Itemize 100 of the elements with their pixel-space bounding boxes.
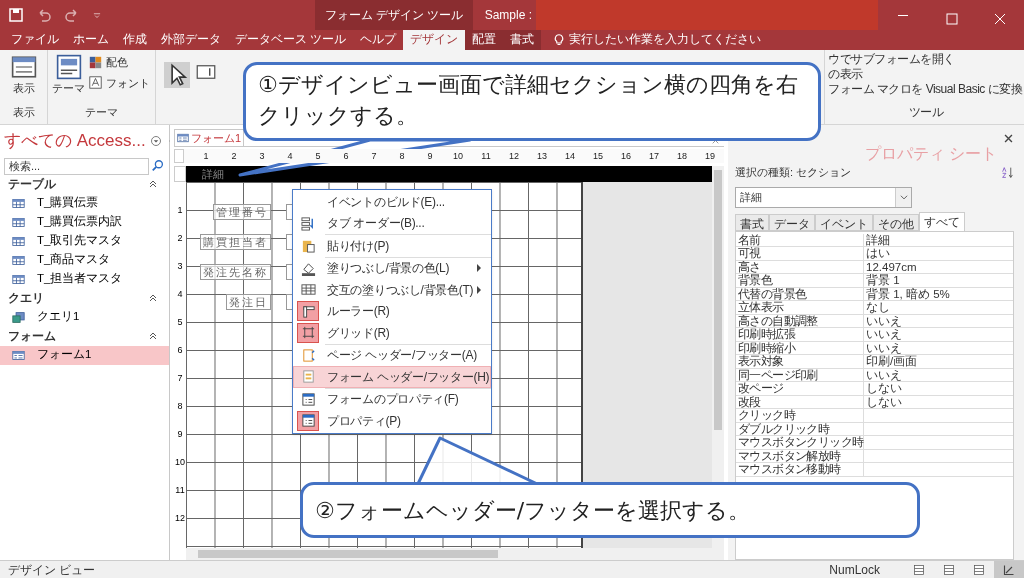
context-tab-title: フォーム デザイン ツール <box>315 0 473 30</box>
ribbon-command[interactable]: の表示 <box>828 67 1024 82</box>
property-value[interactable]: 詳細 <box>864 233 890 246</box>
menu-item[interactable]: 貼り付け(P) <box>293 235 491 257</box>
ruler-number: 1 <box>176 204 184 217</box>
form-label[interactable]: 管理番号 <box>213 204 271 220</box>
document-tab[interactable]: フォーム1 <box>174 129 245 146</box>
property-value[interactable]: 12.497cm <box>864 260 917 273</box>
property-name[interactable]: マウスボタン解放時 <box>736 449 864 462</box>
property-name[interactable]: 高さの自動調整 <box>736 314 864 327</box>
property-value[interactable]: いいえ <box>864 328 902 341</box>
fonts-button[interactable]: フォント <box>89 74 150 91</box>
property-value[interactable]: しない <box>864 382 902 395</box>
ruler-number: 9 <box>176 428 184 441</box>
tell-me-field[interactable]: 実行したい作業を入力してください <box>569 31 762 49</box>
property-name[interactable]: 立体表示 <box>736 301 864 314</box>
menu-item[interactable]: ページ ヘッダー/フッター(A) <box>293 344 491 366</box>
property-name[interactable]: マウスボタン移動時 <box>736 463 864 476</box>
ruler-number: 10 <box>452 151 464 161</box>
nav-item[interactable]: T_取引先マスタ <box>0 231 169 251</box>
property-name[interactable]: 印刷時縮小 <box>736 341 864 354</box>
ribbon-tab[interactable]: 配置 <box>465 30 504 50</box>
property-name[interactable]: 改段 <box>736 395 864 408</box>
property-name[interactable]: 可視 <box>736 247 864 260</box>
property-name[interactable]: 高さ <box>736 260 864 273</box>
ruler-number: 4 <box>176 288 184 301</box>
property-name[interactable]: 印刷時拡張 <box>736 328 864 341</box>
ruler-number: 17 <box>648 151 660 161</box>
object-dropdown[interactable]: 詳細 <box>735 186 912 208</box>
view-button[interactable]: 表示 <box>10 50 37 97</box>
property-value[interactable]: なし <box>864 301 890 314</box>
property-tab[interactable]: データ <box>769 213 815 231</box>
colors-button[interactable]: 配色 <box>89 54 150 71</box>
property-tab[interactable]: イベント <box>815 213 873 231</box>
menu-item[interactable]: フォームのプロパティ(F) <box>293 388 491 410</box>
nav-pane-title: すべての Access... <box>4 130 146 152</box>
nav-group-header[interactable]: フォーム <box>0 326 169 346</box>
ribbon-tab[interactable]: 作成 <box>116 30 154 50</box>
property-tab[interactable]: その他 <box>873 213 919 231</box>
ribbon-command[interactable]: フォーム マクロを Visual Basic に変換 <box>828 82 1024 97</box>
nav-group-header[interactable]: クエリ <box>0 288 169 308</box>
property-value[interactable]: 背景 1, 暗め 5% <box>864 287 950 300</box>
nav-item[interactable]: T_担当者マスタ <box>0 269 169 289</box>
nav-item[interactable]: フォーム1 <box>0 345 169 365</box>
ruler-number: 12 <box>508 151 520 161</box>
nav-item[interactable]: T_購買伝票 <box>0 193 169 213</box>
form-label[interactable]: 発注日 <box>226 294 271 310</box>
form-label[interactable]: 購買担当者 <box>200 234 271 250</box>
ruler-number: 7 <box>370 151 378 161</box>
property-value[interactable]: はい <box>864 247 890 260</box>
property-name[interactable]: 名前 <box>736 233 864 246</box>
ribbon-tab[interactable]: デザイン <box>403 30 466 50</box>
ruler-number: 8 <box>398 151 406 161</box>
property-name[interactable]: マウスボタンクリック時 <box>736 436 864 449</box>
menu-item[interactable]: プロパティ(P) <box>293 410 491 432</box>
ruler-number: 10 <box>174 456 186 469</box>
ruler-number: 16 <box>620 151 632 161</box>
property-value[interactable]: いいえ <box>864 368 902 381</box>
ruler-number: 11 <box>480 151 492 161</box>
nav-item[interactable]: クエリ1 <box>0 307 169 327</box>
property-name[interactable]: 表示対象 <box>736 355 864 368</box>
ribbon-tab[interactable]: 書式 <box>503 30 542 50</box>
property-value[interactable]: いいえ <box>864 314 902 327</box>
ribbon-tab[interactable]: データベース ツール <box>228 30 354 50</box>
ruler-number: 5 <box>314 151 322 161</box>
selection-type: 選択の種類: セクション <box>735 165 852 180</box>
property-name[interactable]: クリック時 <box>736 409 864 422</box>
menu-item[interactable]: 塗りつぶし/背景の色(L) <box>293 257 491 279</box>
property-value[interactable]: しない <box>864 395 902 408</box>
property-name[interactable]: 改ページ <box>736 382 864 395</box>
ruler-number: 7 <box>176 372 184 385</box>
ribbon-tab[interactable]: 外部データ <box>154 30 228 50</box>
property-name[interactable]: 代替の背景色 <box>736 287 864 300</box>
section-bar[interactable]: 詳細 <box>186 166 712 182</box>
nav-group-header[interactable]: テーブル <box>0 174 169 194</box>
menu-item[interactable]: ルーラー(R) <box>293 300 491 322</box>
property-value[interactable]: いいえ <box>864 341 902 354</box>
ribbon-tab[interactable]: ホーム <box>66 30 116 50</box>
menu-item[interactable]: イベントのビルド(E)... <box>293 191 491 213</box>
form-label[interactable]: 発注先名称 <box>200 264 271 280</box>
property-tab[interactable]: すべて <box>919 211 965 231</box>
status-text: デザイン ビュー <box>8 561 96 578</box>
menu-item[interactable]: タブ オーダー(B)... <box>293 212 491 234</box>
nav-item[interactable]: T_購買伝票内訳 <box>0 212 169 232</box>
menu-item[interactable]: フォーム ヘッダー/フッター(H) <box>293 366 491 388</box>
search-field[interactable]: 検索... <box>4 157 149 175</box>
ribbon-tab[interactable]: ファイル <box>4 30 66 50</box>
property-name[interactable]: 背景色 <box>736 274 864 287</box>
property-name[interactable]: 同一ページ印刷 <box>736 368 864 381</box>
property-value[interactable]: 印刷/画面 <box>864 355 918 368</box>
menu-item[interactable]: 交互の塗りつぶし/背景色(T) <box>293 279 491 301</box>
theme-button[interactable]: テーマ <box>52 54 85 97</box>
property-value[interactable]: 背景 1 <box>864 274 900 287</box>
nav-item[interactable]: T_商品マスタ <box>0 250 169 270</box>
group-label: テーマ <box>85 104 118 120</box>
property-tab[interactable]: 書式 <box>735 213 769 231</box>
menu-item[interactable]: グリッド(R) <box>293 322 491 344</box>
property-name[interactable]: ダブルクリック時 <box>736 422 864 435</box>
ribbon-command[interactable]: ウでサブフォームを開く <box>828 52 1024 67</box>
ribbon-tab[interactable]: ヘルプ <box>353 30 404 50</box>
